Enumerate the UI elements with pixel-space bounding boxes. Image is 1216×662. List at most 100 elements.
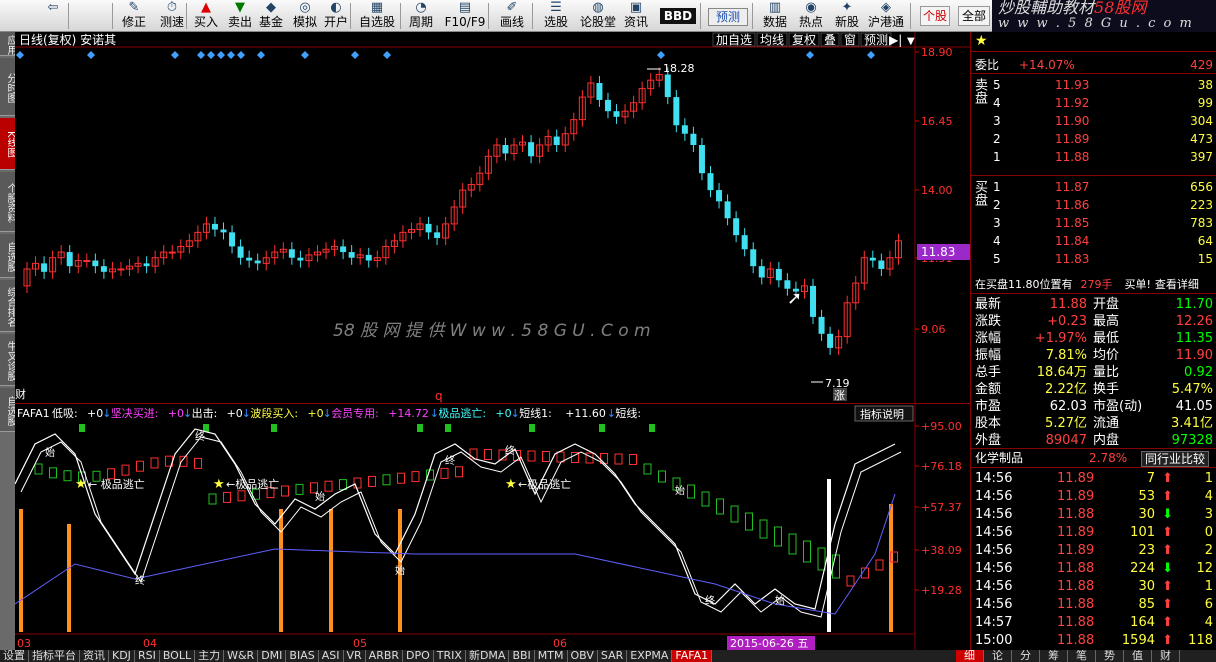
tick-p: 11.88	[1057, 561, 1095, 576]
bottom-tab-17[interactable]: MTM	[535, 650, 568, 662]
order-price[interactable]: 11.85	[1055, 214, 1089, 232]
indicator-panel[interactable]: FAFA1 低吸: +0 ↓ 坚决买进: +0 ↓ 出击: +0 ↓ 波段买入: +0 ↓ 会员专用: +1…	[14, 403, 970, 651]
toolbar-button-9[interactable]: ◔ 周期	[405, 0, 437, 32]
bottom-tab-21[interactable]: FAFA1	[672, 650, 713, 662]
right-tab-6[interactable]: 值	[1124, 650, 1152, 662]
bottom-tab-2[interactable]: 资讯	[80, 650, 109, 662]
kline-btn-4[interactable]: 窗	[844, 33, 856, 47]
toolbar-button-17[interactable]: ▥ 数据	[760, 0, 790, 32]
panel-arrow-icon[interactable]: ▶|	[889, 33, 902, 47]
toolbar-button-18[interactable]: ◉ 热点	[796, 0, 826, 32]
candle-body-92	[810, 285, 817, 317]
toolbar-button-2[interactable]: ⏱ 测速	[156, 0, 188, 32]
left-tab-3[interactable]: 个股资料	[0, 172, 15, 232]
stat-row-5: 金额 2.22亿 换手 5.47%	[971, 381, 1216, 398]
bottom-tab-18[interactable]: OBV	[568, 650, 598, 662]
order-price[interactable]: 11.83	[1055, 250, 1089, 268]
kline-btn-2[interactable]: 复权	[792, 33, 816, 47]
toolbar-button-20[interactable]: ◈ 沪港通	[866, 0, 906, 32]
bottom-tab-20[interactable]: EXPMA	[627, 650, 673, 662]
toolbar-button-12[interactable]: ☰ 选股	[540, 0, 572, 32]
tick-row-6: 14:56 11.88 30 ⬆ 1	[971, 578, 1216, 596]
star-icon[interactable]: ★	[975, 33, 988, 49]
help-button[interactable]: 指标说明	[860, 407, 904, 421]
right-tab-7[interactable]: 财	[1152, 650, 1180, 662]
kline-svg[interactable]: 日线(复权) 安诺其 加自选均线复权叠窗预测▶| ▼ 18.90 16.45 14.00 1…	[15, 32, 970, 403]
toolbar-button-3[interactable]: ▲ 买入	[192, 0, 220, 32]
bottom-tab-1[interactable]: 指标平台	[29, 650, 80, 662]
toolbar-button-0[interactable]: ⇦	[40, 0, 66, 32]
bottom-tab-15[interactable]: 新DMA	[466, 650, 510, 662]
toolbar-button-16[interactable]: 预测	[708, 8, 748, 26]
bottom-tab-0[interactable]: 设置	[0, 650, 29, 662]
large-order-notice[interactable]: 在买盘11.80位置有 279手 买单! 查看详细	[971, 276, 1216, 294]
order-price[interactable]: 11.87	[1055, 178, 1089, 196]
industry-compare-button[interactable]: 同行业比较	[1141, 451, 1210, 467]
kline-chart[interactable]: 日线(复权) 安诺其 加自选均线复权叠窗预测▶| ▼ 18.90 16.45 14.00 1…	[15, 32, 970, 403]
bottom-tab-6[interactable]: 主力	[195, 650, 225, 662]
toolbar-button-19[interactable]: ✦ 新股	[832, 0, 862, 32]
bottom-tab-3[interactable]: KDJ	[109, 650, 135, 662]
bottom-tab-16[interactable]: BBI	[509, 650, 535, 662]
bottom-tab-12[interactable]: ARBR	[366, 650, 404, 662]
bottom-tab-10[interactable]: ASI	[319, 650, 344, 662]
toolbar-button-15[interactable]: BBD	[660, 8, 696, 24]
toolbar-button-4[interactable]: ▼ 卖出	[226, 0, 254, 32]
right-tab-5[interactable]: 势	[1096, 650, 1124, 662]
left-tab-7[interactable]: 自选股	[0, 388, 15, 432]
bottom-tab-19[interactable]: SAR	[598, 650, 628, 662]
right-tab-1[interactable]: 论	[984, 650, 1012, 662]
toolbar-icon-3: ▲	[201, 0, 211, 15]
order-price[interactable]: 11.86	[1055, 196, 1089, 214]
left-tab-1[interactable]: 分时图	[0, 58, 15, 116]
dropdown-icon[interactable]: ▼	[907, 36, 915, 47]
toolbar-button-22[interactable]: 全部	[958, 6, 990, 26]
right-tab-4[interactable]: 笔	[1068, 650, 1096, 662]
kline-btn-1[interactable]: 均线	[760, 33, 784, 47]
toolbar-button-10[interactable]: ▤ F10/F9	[444, 0, 486, 32]
right-tab-3[interactable]: 筹	[1040, 650, 1068, 662]
toolbar-label-20: 沪港通	[867, 15, 904, 29]
signal-bar-1	[67, 524, 71, 632]
order-price[interactable]: 11.90	[1055, 112, 1089, 130]
toolbar-button-21[interactable]: 个股	[920, 6, 950, 26]
toolbar-button-13[interactable]: ◍ 论股堂	[580, 0, 616, 32]
bottom-indicator-tabs: 设置 指标平台 资讯 KDJ RSI BOLL 主力 W&R DMI BIAS ASI VR ARBR D…	[0, 650, 1216, 662]
toolbar-button-7[interactable]: ◐ 开户	[320, 0, 352, 32]
kline-btn-5[interactable]: 预测	[864, 33, 888, 47]
toolbar-button-6[interactable]: ◎ 模拟	[290, 0, 320, 32]
toolbar-button-8[interactable]: ▦ 自选股	[357, 0, 397, 32]
view-detail-link[interactable]: 查看详细	[1155, 278, 1199, 291]
toolbar-button-1[interactable]: ✎ 修正	[116, 0, 152, 32]
right-tab-2[interactable]: 分	[1012, 650, 1040, 662]
toolbar-button-11[interactable]: ✐ 画线	[496, 0, 528, 32]
legend-item-22: 短线:	[615, 406, 641, 420]
left-tab-4[interactable]: 自选股	[0, 234, 15, 278]
bottom-tab-11[interactable]: VR	[344, 650, 366, 662]
right-tab-0[interactable]: 细	[956, 650, 984, 662]
toolbar-button-14[interactable]: ▣ 资讯	[622, 0, 650, 32]
toolbar-button-5[interactable]: ◆ 基金	[256, 0, 286, 32]
order-price[interactable]: 11.88	[1055, 148, 1089, 166]
left-tab-2[interactable]: K线图	[0, 118, 15, 170]
left-tab-0[interactable]: 应用	[0, 32, 15, 56]
toolbar-label-3: 买入	[193, 15, 218, 29]
toolbar-icon-10: ▤	[458, 0, 472, 15]
indicator-svg[interactable]: FAFA1 低吸: +0↓ 坚决买进: +0↓ 出击: +0↓ 波段买入: +0↓ 会员专用: +1…	[14, 404, 970, 651]
kline-btn-3[interactable]: 叠	[824, 33, 836, 47]
flag-label-2: ←极品逃亡	[518, 477, 571, 491]
left-tab-6[interactable]: 牛叉诊股	[0, 334, 15, 386]
bottom-tab-5[interactable]: BOLL	[160, 650, 196, 662]
kline-btn-0[interactable]: 加自选	[716, 33, 752, 47]
order-price[interactable]: 11.84	[1055, 232, 1089, 250]
bottom-tab-9[interactable]: BIAS	[286, 650, 319, 662]
bottom-tab-8[interactable]: DMI	[258, 650, 287, 662]
order-price[interactable]: 11.89	[1055, 130, 1089, 148]
order-price[interactable]: 11.92	[1055, 94, 1089, 112]
order-price[interactable]: 11.93	[1055, 76, 1089, 94]
bottom-tab-7[interactable]: W&R	[224, 650, 259, 662]
left-tab-5[interactable]: 综合排名	[0, 280, 15, 332]
bottom-tab-14[interactable]: TRIX	[434, 650, 466, 662]
bottom-tab-4[interactable]: RSI	[135, 650, 160, 662]
bottom-tab-13[interactable]: DPO	[403, 650, 434, 662]
